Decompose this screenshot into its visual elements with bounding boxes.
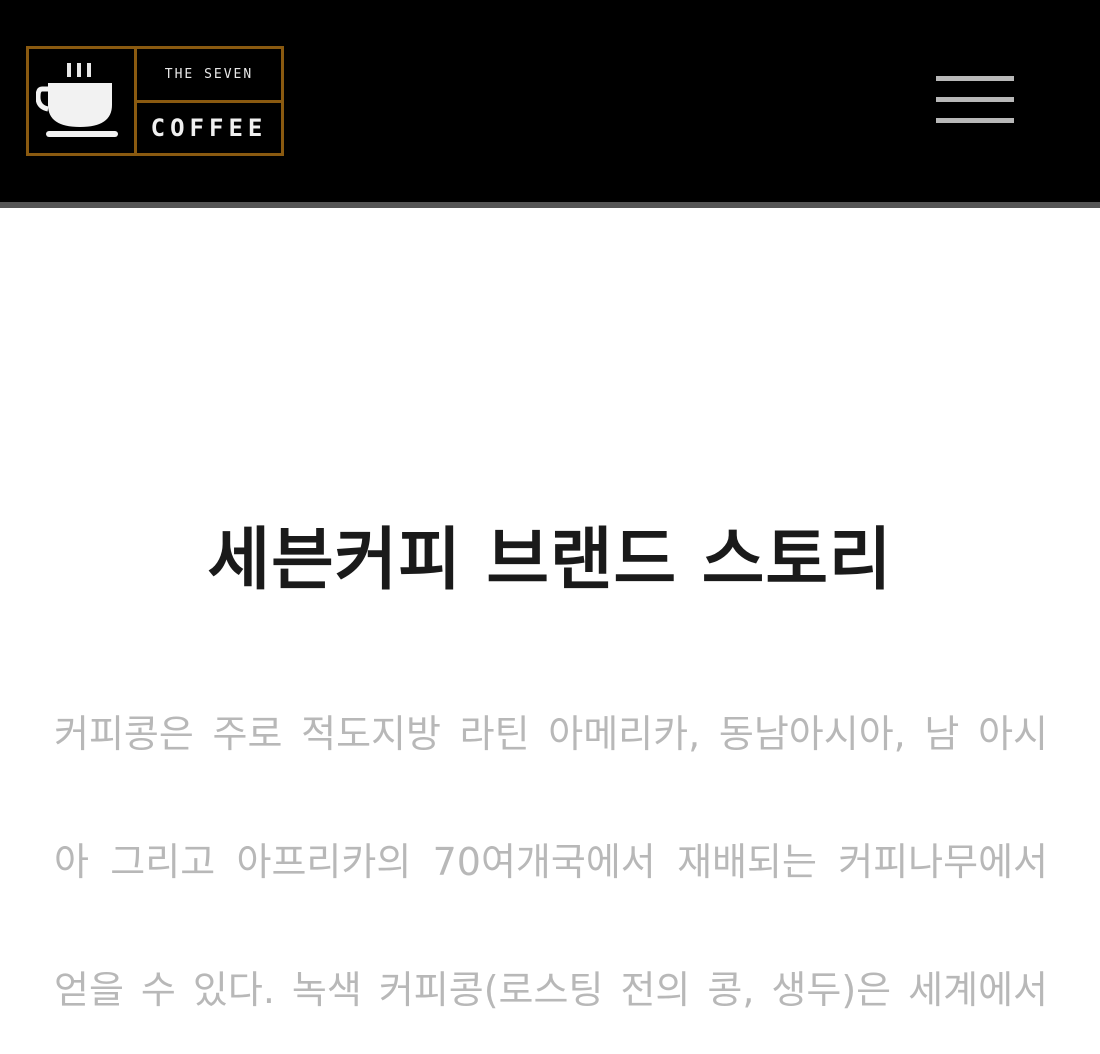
- logo-text: THE SEVEN COFFEE: [137, 49, 281, 153]
- menu-bar: [936, 76, 1014, 81]
- story-line: 아 그리고 아프리카의 70여개국에서 재배되는 커피나무에서: [54, 840, 1048, 884]
- hamburger-menu-icon[interactable]: [936, 76, 1014, 130]
- brand-story-text: 커피콩은 주로 적도지방 라틴 아메리카, 동남아시아, 남 아시 아 그리고 …: [54, 670, 1048, 1054]
- site-header: THE SEVEN COFFEE: [0, 0, 1100, 208]
- story-line: 얻을 수 있다. 녹색 커피콩(로스팅 전의 콩, 생두)은 세계에서: [54, 968, 1048, 1012]
- logo-brand-name: COFFEE: [150, 113, 268, 142]
- story-line: 커피콩은 주로 적도지방 라틴 아메리카, 동남아시아, 남 아시: [54, 712, 1048, 756]
- page-title: 세븐커피 브랜드 스토리: [207, 520, 893, 600]
- coffee-cup-icon: [29, 49, 137, 153]
- menu-bar: [936, 118, 1014, 123]
- brand-logo[interactable]: THE SEVEN COFFEE: [26, 46, 284, 156]
- menu-bar: [936, 97, 1014, 102]
- logo-tagline: THE SEVEN: [137, 49, 281, 103]
